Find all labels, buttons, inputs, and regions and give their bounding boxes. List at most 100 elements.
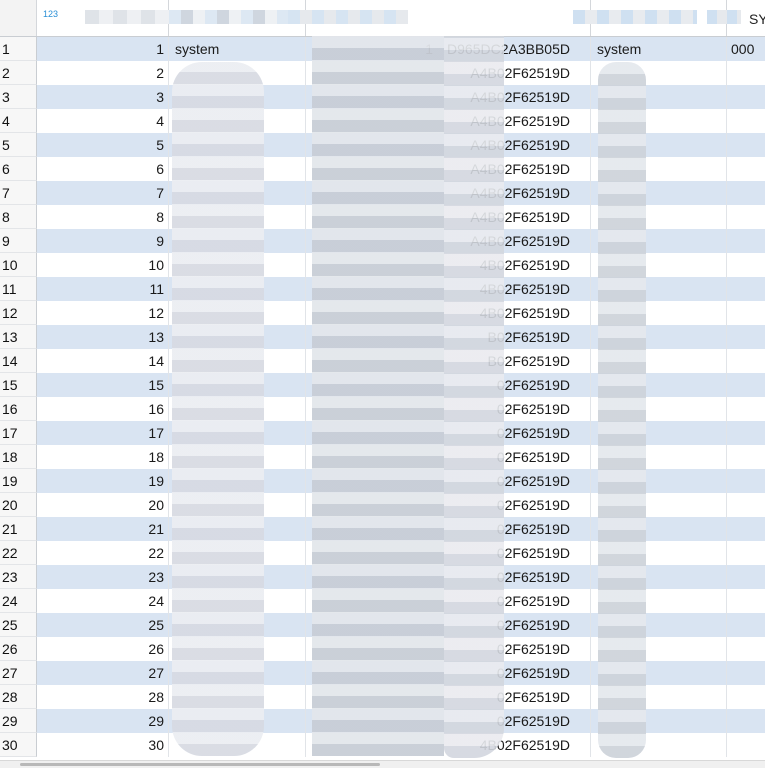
cell-last-column[interactable] [727, 109, 765, 133]
cell-id[interactable]: 02F62519D [306, 397, 591, 421]
cell-user-name[interactable] [169, 349, 306, 373]
row-number-header[interactable]: 16 [0, 397, 37, 421]
cell-user-name[interactable] [169, 469, 306, 493]
cell-display-name[interactable] [591, 397, 727, 421]
cell-number[interactable]: 1 [37, 37, 169, 61]
row-number-header[interactable]: 8 [0, 205, 37, 229]
column-header-3[interactable] [288, 0, 591, 36]
cell-display-name[interactable] [591, 109, 727, 133]
row-number-header[interactable]: 28 [0, 685, 37, 709]
row-number-header[interactable]: 6 [0, 157, 37, 181]
cell-display-name[interactable] [591, 661, 727, 685]
cell-last-column[interactable] [727, 157, 765, 181]
cell-user-name[interactable] [169, 685, 306, 709]
cell-user-name[interactable] [169, 421, 306, 445]
row-number-header[interactable]: 29 [0, 709, 37, 733]
table-row[interactable]: 1 1 system 1 D965DC2A3BB05D system 000 [0, 37, 765, 61]
cell-display-name[interactable] [591, 637, 727, 661]
corner-select-all[interactable] [0, 0, 37, 36]
cell-id[interactable]: 02F62519D [306, 589, 591, 613]
cell-id[interactable]: 1 D965DC2A3BB05D [306, 37, 591, 61]
cell-number[interactable]: 21 [37, 517, 169, 541]
cell-number[interactable]: 7 [37, 181, 169, 205]
cell-user-name[interactable] [169, 85, 306, 109]
table-row[interactable]: 14 14 B02F62519D [0, 349, 765, 373]
cell-number[interactable]: 22 [37, 541, 169, 565]
row-number-header[interactable]: 17 [0, 421, 37, 445]
cell-last-column[interactable] [727, 301, 765, 325]
cell-last-column[interactable] [727, 685, 765, 709]
cell-last-column[interactable] [727, 277, 765, 301]
cell-last-column[interactable] [727, 469, 765, 493]
cell-last-column[interactable] [727, 181, 765, 205]
cell-last-column[interactable] [727, 661, 765, 685]
cell-number[interactable]: 16 [37, 397, 169, 421]
row-number-header[interactable]: 15 [0, 373, 37, 397]
cell-last-column[interactable] [727, 613, 765, 637]
cell-last-column[interactable] [727, 445, 765, 469]
row-number-header[interactable]: 2 [0, 61, 37, 85]
cell-id[interactable]: A4B02F62519D [306, 181, 591, 205]
cell-number[interactable]: 11 [37, 277, 169, 301]
cell-user-name[interactable] [169, 493, 306, 517]
cell-user-name[interactable] [169, 517, 306, 541]
cell-last-column[interactable] [727, 229, 765, 253]
cell-display-name[interactable]: system [591, 37, 727, 61]
cell-number[interactable]: 27 [37, 661, 169, 685]
cell-user-name[interactable] [169, 661, 306, 685]
cell-last-column[interactable] [727, 205, 765, 229]
cell-display-name[interactable] [591, 61, 727, 85]
cell-last-column[interactable] [727, 589, 765, 613]
cell-user-name[interactable] [169, 541, 306, 565]
row-number-header[interactable]: 25 [0, 613, 37, 637]
cell-user-name[interactable] [169, 613, 306, 637]
row-number-header[interactable]: 1 [0, 37, 37, 61]
cell-display-name[interactable] [591, 325, 727, 349]
table-row[interactable]: 10 10 4B02F62519D [0, 253, 765, 277]
column-header-2[interactable] [169, 0, 306, 36]
row-number-header[interactable]: 7 [0, 181, 37, 205]
cell-display-name[interactable] [591, 349, 727, 373]
cell-number[interactable]: 15 [37, 373, 169, 397]
cell-number[interactable]: 18 [37, 445, 169, 469]
table-row[interactable]: 17 17 02F62519D [0, 421, 765, 445]
table-row[interactable]: 9 9 A4B02F62519D [0, 229, 765, 253]
scrollbar-thumb[interactable] [20, 763, 380, 766]
cell-last-column[interactable] [727, 373, 765, 397]
cell-display-name[interactable] [591, 469, 727, 493]
table-row[interactable]: 13 13 B02F62519D [0, 325, 765, 349]
cell-id[interactable]: 4B02F62519D [306, 301, 591, 325]
cell-id[interactable]: 4B02F62519D [306, 277, 591, 301]
cell-display-name[interactable] [591, 517, 727, 541]
column-header-1[interactable]: 123 [37, 0, 169, 36]
cell-id[interactable]: 4B02F62519D [306, 733, 591, 757]
cell-id[interactable]: A4B02F62519D [306, 205, 591, 229]
table-row[interactable]: 3 3 A4B02F62519D [0, 85, 765, 109]
row-number-header[interactable]: 10 [0, 253, 37, 277]
cell-last-column[interactable] [727, 61, 765, 85]
table-row[interactable]: 24 24 02F62519D [0, 589, 765, 613]
row-number-header[interactable]: 5 [0, 133, 37, 157]
row-number-header[interactable]: 20 [0, 493, 37, 517]
cell-display-name[interactable] [591, 685, 727, 709]
cell-id[interactable]: A4B02F62519D [306, 61, 591, 85]
cell-id[interactable]: A4B02F62519D [306, 229, 591, 253]
table-row[interactable]: 27 27 02F62519D [0, 661, 765, 685]
cell-last-column[interactable] [727, 733, 765, 757]
table-row[interactable]: 7 7 A4B02F62519D [0, 181, 765, 205]
cell-number[interactable]: 17 [37, 421, 169, 445]
cell-display-name[interactable] [591, 157, 727, 181]
cell-user-name[interactable] [169, 733, 306, 757]
row-number-header[interactable]: 23 [0, 565, 37, 589]
table-row[interactable]: 28 28 02F62519D [0, 685, 765, 709]
row-number-header[interactable]: 26 [0, 637, 37, 661]
cell-last-column[interactable] [727, 325, 765, 349]
table-row[interactable]: 4 4 A4B02F62519D [0, 109, 765, 133]
row-number-header[interactable]: 12 [0, 301, 37, 325]
cell-user-name[interactable] [169, 157, 306, 181]
row-number-header[interactable]: 19 [0, 469, 37, 493]
cell-number[interactable]: 20 [37, 493, 169, 517]
cell-number[interactable]: 28 [37, 685, 169, 709]
row-number-header[interactable]: 3 [0, 85, 37, 109]
cell-last-column[interactable] [727, 133, 765, 157]
